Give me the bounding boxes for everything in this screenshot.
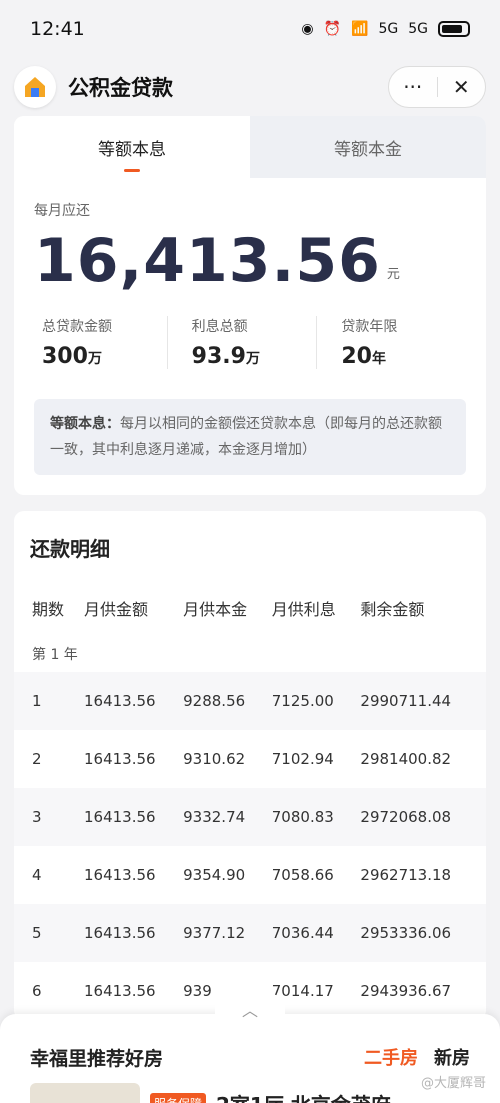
- column-header: 月供利息: [271, 600, 336, 619]
- status-time: 12:41: [30, 18, 85, 40]
- stat-total-interest: 利息总额 93.9万: [166, 316, 317, 369]
- table-cell: 2943936.67: [360, 982, 452, 1000]
- stat-loan-term: 贷款年限 20年: [316, 316, 466, 369]
- repayment-detail-title: 还款明细: [30, 537, 110, 561]
- tab-new-house[interactable]: 新房: [434, 1044, 470, 1071]
- recommend-panel: ︿ 幸福里推荐好房 二手房 新房 服务保障 2室1厅 北京金茂府 @大厦辉哥: [0, 994, 500, 1103]
- table-cell: 7036.44: [271, 904, 361, 962]
- table-cell: 6: [32, 982, 42, 1000]
- page-title: 公积金贷款: [68, 76, 173, 100]
- table-cell: 2: [32, 750, 42, 768]
- table-cell: 7102.94: [271, 750, 334, 768]
- monthly-payment-label: 每月应还: [34, 203, 90, 219]
- table-cell: 16413.56: [84, 672, 184, 730]
- table-row: 3 16413.56 9332.74 7080.83 2972068.08: [14, 788, 486, 846]
- table-cell: 9377.12: [183, 904, 272, 962]
- table-cell: 7014.17: [271, 982, 334, 1000]
- monthly-payment-value: 16,413.56: [34, 226, 381, 296]
- table-cell: 7058.66: [271, 866, 334, 884]
- mini-program-capsule: ··· ✕: [388, 66, 486, 108]
- loan-summary-card: 等额本息 等额本金 每月应还 16,413.56 元 总贷款金额 300万 利息…: [14, 116, 486, 495]
- table-cell: 16413.56: [84, 750, 156, 768]
- loan-stats: 总贷款金额 300万 利息总额 93.9万 贷款年限 20年: [34, 316, 466, 369]
- table-row: 4 16413.56 9354.90 7058.66 2962713.18: [14, 846, 486, 904]
- listing-name: 2室1厅 北京金茂府: [216, 1089, 391, 1103]
- table-cell: 16413.56: [84, 904, 184, 962]
- table-cell: 16413.56: [84, 788, 184, 846]
- more-button[interactable]: ···: [389, 67, 437, 107]
- tab-equal-principal[interactable]: 等额本金: [250, 116, 486, 178]
- table-cell: 16413.56: [84, 866, 156, 884]
- tab-equal-installment[interactable]: 等额本息: [14, 116, 250, 178]
- table-cell: 2981400.82: [360, 750, 452, 768]
- table-row: 1 16413.56 9288.56 7125.00 2990711.44: [14, 672, 486, 730]
- watermark: @大厦辉哥: [420, 1076, 486, 1091]
- network-label-2: 5G: [408, 21, 428, 37]
- table-cell: 9354.90: [183, 866, 246, 884]
- monthly-payment-unit: 元: [386, 267, 400, 282]
- chevron-up-icon[interactable]: ︿: [215, 994, 285, 1024]
- column-header: 月供本金: [183, 600, 248, 619]
- repayment-method-tabs: 等额本息 等额本金: [14, 116, 486, 178]
- table-cell: 5: [14, 904, 84, 962]
- repayment-table: 期数 月供金额 月供本金 月供利息 剩余金额 第 1 年 1 16413.56 92…: [14, 580, 486, 1020]
- listing-thumbnail: [30, 1083, 140, 1103]
- recommend-title: 幸福里推荐好房: [30, 1048, 164, 1070]
- network-label-1: 5G: [378, 21, 399, 37]
- app-header: 公积金贷款 ··· ✕: [0, 58, 500, 116]
- alarm-icon: ⏰: [323, 21, 342, 37]
- close-button[interactable]: ✕: [438, 67, 486, 107]
- service-badge: 服务保障: [150, 1092, 207, 1103]
- table-cell: 1: [14, 672, 84, 730]
- table-cell: 2990711.44: [360, 672, 486, 730]
- repayment-detail-card: 还款明细 期数 月供金额 月供本金 月供利息 剩余金额 第 1 年 1 16413…: [14, 511, 486, 1020]
- table-row: 5 16413.56 9377.12 7036.44 2953336.06: [14, 904, 486, 962]
- battery-icon: [438, 21, 470, 37]
- column-header: 月供金额: [84, 600, 149, 619]
- status-icons: ◉ ⏰ 📶 5G 5G: [301, 21, 470, 37]
- column-header: 剩余金额: [360, 600, 425, 619]
- table-cell: 9288.56: [183, 672, 272, 730]
- table-cell: 9332.74: [183, 788, 272, 846]
- table-row: 2 16413.56 9310.62 7102.94 2981400.82: [14, 730, 486, 788]
- year-group-label: 第 1 年: [14, 636, 486, 672]
- table-cell: 4: [32, 866, 42, 884]
- table-cell: 3: [14, 788, 84, 846]
- wifi-icon: 📶: [351, 21, 369, 37]
- table-cell: 7080.83: [271, 788, 361, 846]
- table-cell: 2953336.06: [360, 904, 486, 962]
- table-cell: 9310.62: [183, 750, 246, 768]
- eye-icon: ◉: [301, 21, 314, 37]
- table-cell: 16413.56: [84, 982, 156, 1000]
- stat-total-loan: 总贷款金额 300万: [42, 319, 112, 369]
- method-explanation-note: 等额本息：每月以相同的金额偿还贷款本息（即每月的总还款额一致，其中利息逐月递减，…: [34, 399, 466, 475]
- table-cell: 2962713.18: [360, 866, 452, 884]
- column-header: 期数: [32, 600, 65, 619]
- app-logo-icon: [14, 66, 56, 108]
- table-cell: 7125.00: [271, 672, 361, 730]
- tab-second-hand[interactable]: 二手房: [364, 1044, 418, 1071]
- status-bar: 12:41 ◉ ⏰ 📶 5G 5G: [0, 0, 500, 58]
- table-cell: 2972068.08: [360, 788, 486, 846]
